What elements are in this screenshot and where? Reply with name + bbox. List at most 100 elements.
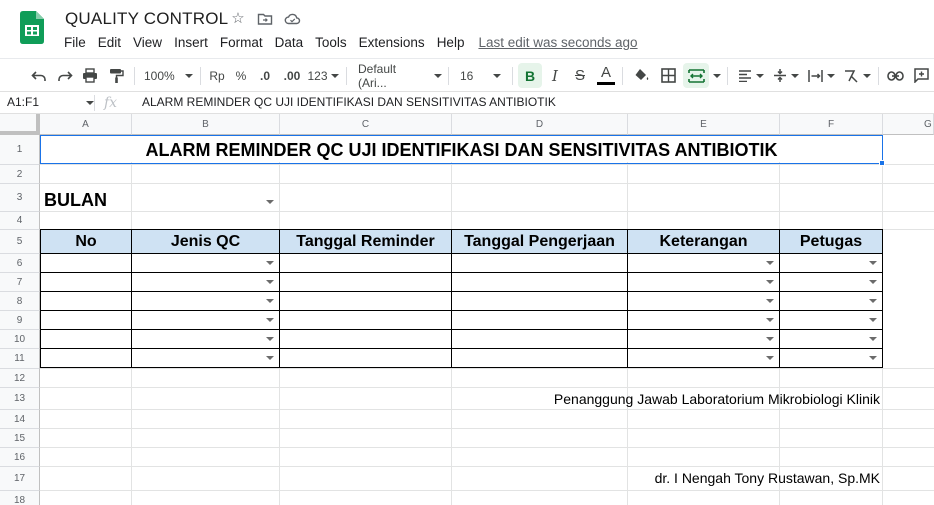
row-header-18[interactable]: 18 [0,491,40,505]
increase-decimal-button[interactable]: .00 [280,59,304,92]
move-folder-icon[interactable] [256,10,274,28]
align-vertical-icon[interactable] [770,59,802,92]
petugas-dropdown-icon[interactable] [869,280,877,284]
print-icon[interactable] [79,59,101,92]
petugas-dropdown-icon[interactable] [869,261,877,265]
keterangan-dropdown-icon[interactable] [766,261,774,265]
currency-format-button[interactable]: Rp [206,59,228,92]
jenis-qc-dropdown-icon[interactable] [266,318,274,322]
header-petugas[interactable]: Petugas [780,229,882,253]
cloud-status-icon[interactable] [283,10,301,28]
percent-format-button[interactable]: % [231,59,251,92]
jenis-qc-dropdown-icon[interactable] [266,261,274,265]
row-header-1[interactable]: 1 [0,135,40,165]
menu-tools[interactable]: Tools [309,34,353,52]
header-keterangan[interactable]: Keterangan [628,229,779,253]
name-box[interactable]: A1:F1 [0,92,93,113]
keterangan-dropdown-icon[interactable] [766,299,774,303]
redo-icon[interactable] [54,59,76,92]
row-header-13[interactable]: 13 [0,388,40,410]
petugas-dropdown-icon[interactable] [869,318,877,322]
row-header-7[interactable]: 7 [0,273,40,292]
row-header-4[interactable]: 4 [0,212,40,230]
font-size-select[interactable]: 16 [460,59,510,92]
menu-format[interactable]: Format [214,34,269,52]
menu-file[interactable]: File [58,34,92,52]
text-rotation-icon[interactable] [840,59,874,92]
decrease-decimal-button[interactable]: .0 [254,59,276,92]
sheet-title-cell[interactable]: ALARM REMINDER QC UJI IDENTIFIKASI DAN S… [41,135,882,162]
strikethrough-icon[interactable]: S [569,59,591,92]
petugas-dropdown-icon[interactable] [869,337,877,341]
link-icon[interactable] [884,59,906,92]
selection-fill-handle[interactable] [879,160,885,166]
column-header-c[interactable]: C [280,114,452,135]
column-header-d[interactable]: D [452,114,628,135]
formula-input[interactable]: ALARM REMINDER QC UJI IDENTIFIKASI DAN S… [142,92,556,113]
text-wrap-icon[interactable] [805,59,837,92]
row-header-9[interactable]: 9 [0,311,40,330]
petugas-dropdown-icon[interactable] [869,299,877,303]
bulan-label[interactable]: BULAN [44,188,107,212]
menu-help[interactable]: Help [431,34,471,52]
comment-icon[interactable] [910,59,932,92]
row-header-6[interactable]: 6 [0,254,40,273]
header-jenis-qc[interactable]: Jenis QC [132,229,279,253]
signature-title[interactable]: Penanggung Jawab Laboratorium Mikrobiolo… [554,391,880,407]
row-header-11[interactable]: 11 [0,349,40,369]
menu-insert[interactable]: Insert [168,34,214,52]
row-header-8[interactable]: 8 [0,292,40,311]
row-header-16[interactable]: 16 [0,448,40,467]
bulan-dropdown-icon[interactable] [266,200,274,204]
column-header-f[interactable]: F [780,114,883,135]
jenis-qc-dropdown-icon[interactable] [266,280,274,284]
column-header-b[interactable]: B [132,114,280,135]
signature-name[interactable]: dr. I Nengah Tony Rustawan, Sp.MK [655,470,880,486]
text-color-icon[interactable]: A [595,59,617,92]
column-header-g[interactable]: G [883,114,934,135]
row-header-15[interactable]: 15 [0,429,40,448]
row-header-5[interactable]: 5 [0,230,40,254]
undo-icon[interactable] [28,59,50,92]
menu-view[interactable]: View [127,34,168,52]
column-header-e[interactable]: E [628,114,780,135]
keterangan-dropdown-icon[interactable] [766,356,774,360]
spreadsheet-grid[interactable]: A B C D E F G 1 2 3 4 5 6 7 8 9 10 11 12… [0,114,934,505]
jenis-qc-dropdown-icon[interactable] [266,356,274,360]
align-horizontal-icon[interactable] [735,59,767,92]
paint-format-icon[interactable] [105,59,127,92]
merge-cells-icon[interactable] [683,63,709,88]
menu-edit[interactable]: Edit [92,34,127,52]
header-no[interactable]: No [41,229,131,253]
row-header-17[interactable]: 17 [0,467,40,491]
bold-icon[interactable]: B [518,63,542,88]
menu-data[interactable]: Data [269,34,310,52]
zoom-select[interactable]: 100% [144,59,196,92]
row-header-14[interactable]: 14 [0,410,40,429]
last-edit-link[interactable]: Last edit was seconds ago [478,34,637,52]
name-box-dropdown-icon[interactable] [86,101,94,105]
borders-icon[interactable] [657,59,679,92]
document-title[interactable]: QUALITY CONTROL [65,9,228,29]
petugas-dropdown-icon[interactable] [869,356,877,360]
more-formats-button[interactable]: 123 [306,59,340,92]
row-header-2[interactable]: 2 [0,165,40,184]
font-family-select[interactable]: Default (Ari... [358,59,442,92]
star-icon[interactable]: ☆ [229,10,247,28]
jenis-qc-dropdown-icon[interactable] [266,337,274,341]
keterangan-dropdown-icon[interactable] [766,280,774,284]
header-tanggal-reminder[interactable]: Tanggal Reminder [280,229,451,253]
keterangan-dropdown-icon[interactable] [766,318,774,322]
row-header-10[interactable]: 10 [0,330,40,349]
menu-extensions[interactable]: Extensions [353,34,431,52]
fill-color-icon[interactable] [631,59,653,92]
row-header-12[interactable]: 12 [0,369,40,388]
row-header-3[interactable]: 3 [0,184,40,212]
select-all-corner[interactable] [0,114,40,135]
header-tanggal-pengerjaan[interactable]: Tanggal Pengerjaan [452,229,627,253]
column-header-a[interactable]: A [40,114,132,135]
jenis-qc-dropdown-icon[interactable] [266,299,274,303]
italic-icon[interactable]: I [544,59,566,92]
keterangan-dropdown-icon[interactable] [766,337,774,341]
sheets-logo-icon[interactable] [20,11,44,44]
